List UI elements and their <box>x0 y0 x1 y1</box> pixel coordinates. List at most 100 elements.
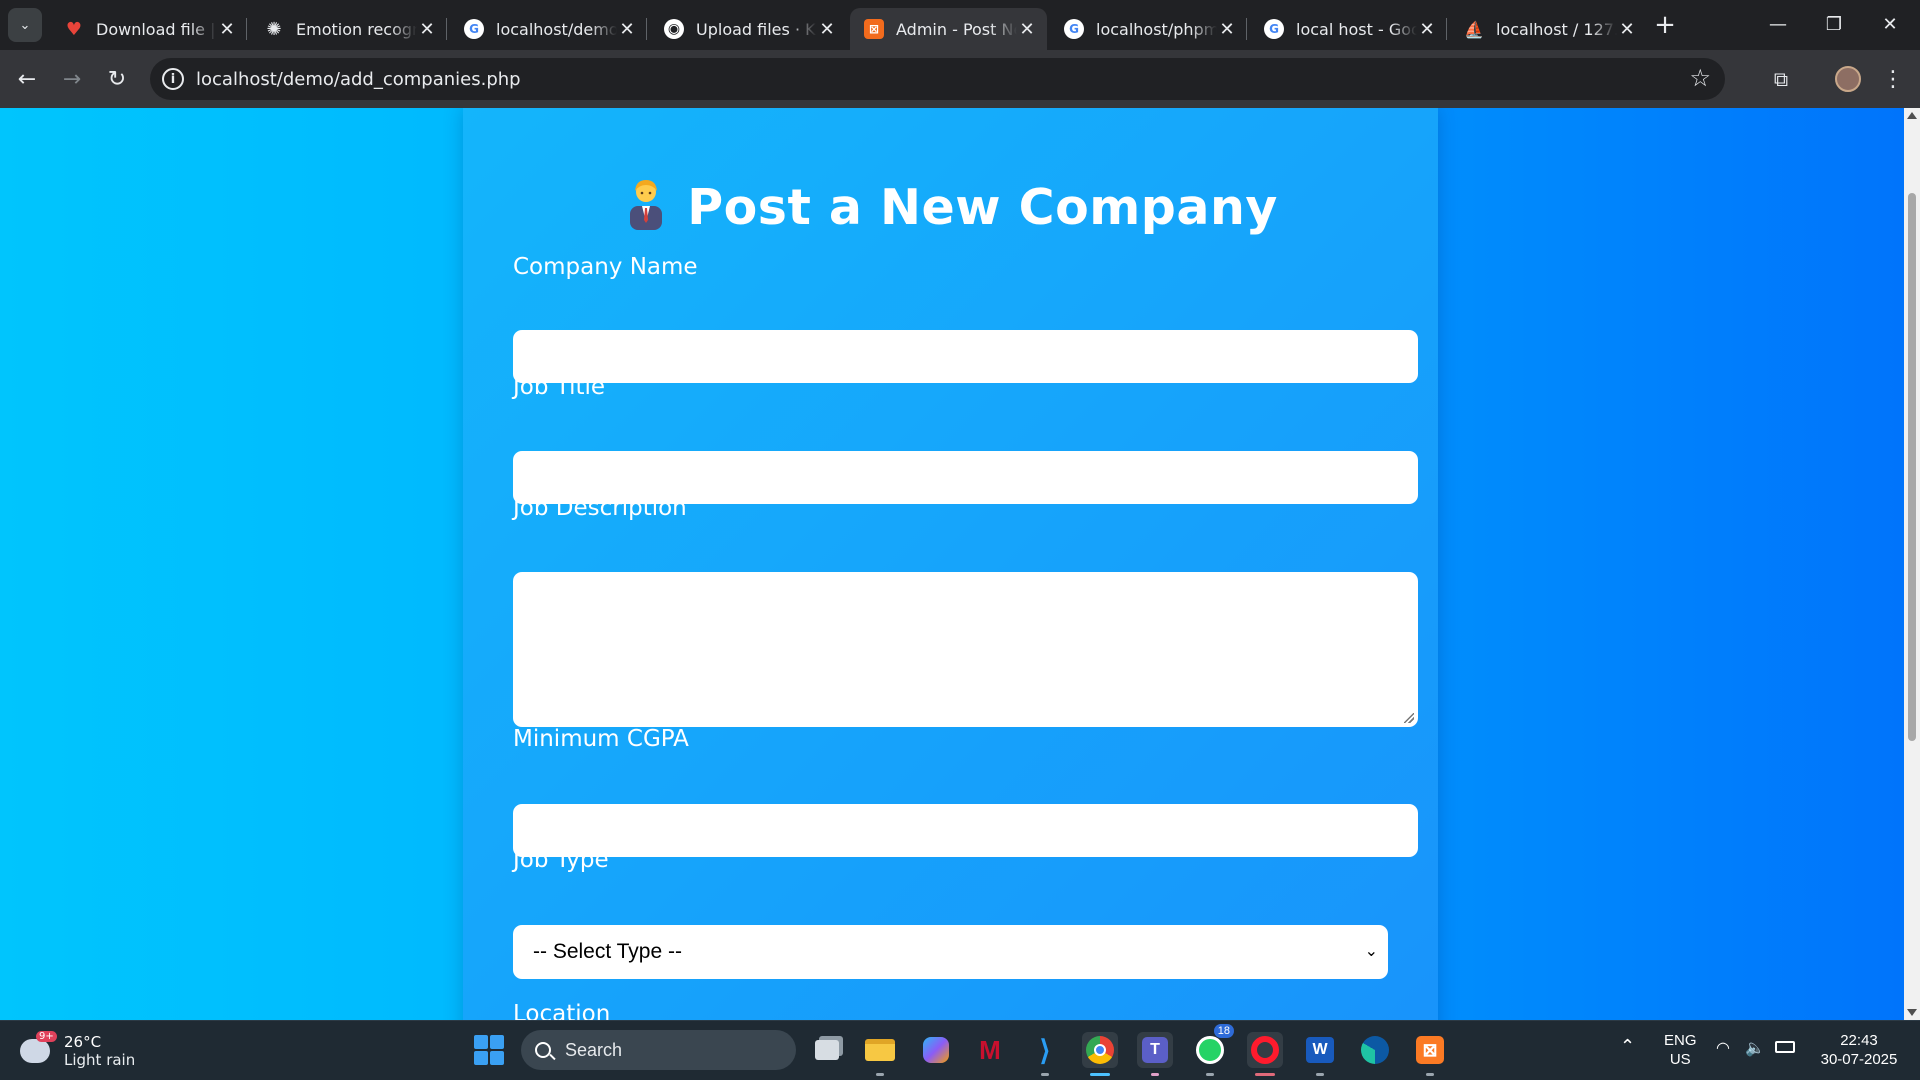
heart-icon: ♥ <box>65 18 83 40</box>
tab-title: localhost/phpmy <box>1096 19 1217 39</box>
site-info-icon[interactable]: i <box>162 68 184 90</box>
bookmark-star-icon[interactable]: ☆ <box>1689 64 1711 92</box>
clock-date: 30-07-2025 <box>1820 1051 1898 1068</box>
tab-strip: ⌄ ♥ Download file | il ✕ ✺ Emotion recog… <box>0 0 1920 50</box>
close-tab-icon[interactable]: ✕ <box>1417 19 1437 40</box>
tab-upload-files[interactable]: ◉ Upload files · Khu ✕ <box>650 8 847 50</box>
google-icon: G <box>464 19 484 39</box>
chrome-icon[interactable] <box>1082 1032 1118 1076</box>
scroll-down-icon[interactable] <box>1907 1009 1917 1016</box>
job-title-label: Job Title <box>513 374 606 400</box>
tab-title: localhost/demo/ <box>496 19 617 39</box>
clock[interactable]: 22:43 30-07-2025 <box>1814 1031 1904 1069</box>
restore-icon[interactable]: ❐ <box>1806 0 1862 48</box>
phpmyadmin-icon: ⛵ <box>1464 19 1484 39</box>
github-icon: ◉ <box>664 19 684 39</box>
menu-kebab-icon[interactable]: ⋮ <box>1876 62 1910 96</box>
file-explorer-icon[interactable] <box>862 1032 898 1076</box>
tab-admin-post-new[interactable]: ⊠ Admin - Post Ne ✕ <box>850 8 1047 50</box>
edge-icon[interactable] <box>1357 1032 1393 1068</box>
xampp-taskbar-icon[interactable]: ⊠ <box>1412 1032 1448 1076</box>
job-type-selected-value: -- Select Type -- <box>533 940 682 963</box>
page-title: Post a New Company <box>463 176 1438 236</box>
form-card: Post a New Company Company Name Job Titl… <box>463 108 1438 1020</box>
resize-handle-icon[interactable] <box>1404 713 1414 723</box>
rain-cloud-icon: 9+ <box>20 1031 57 1063</box>
tab-title: localhost / 127.0 <box>1496 19 1617 39</box>
language-code: ENG <box>1664 1032 1697 1049</box>
battery-icon[interactable] <box>1775 1041 1795 1053</box>
taskbar: 9+ 26°C Light rain Search M ⟩ T 18 W ⊠ ⌃… <box>0 1020 1920 1080</box>
weather-badge: 9+ <box>36 1031 57 1042</box>
chevron-down-icon: ⌄ <box>1364 943 1378 960</box>
teams-icon[interactable]: T <box>1137 1032 1173 1076</box>
job-description-wrapper <box>513 572 1418 727</box>
office-worker-icon <box>630 180 663 230</box>
whatsapp-icon[interactable]: 18 <box>1192 1024 1234 1076</box>
new-tab-button[interactable]: + <box>1650 8 1680 42</box>
close-window-icon[interactable]: ✕ <box>1862 0 1918 48</box>
job-description-textarea[interactable] <box>513 572 1418 727</box>
tray-expand-icon[interactable]: ⌃ <box>1620 1037 1635 1056</box>
page-viewport: Post a New Company Company Name Job Titl… <box>0 108 1904 1020</box>
language-indicator[interactable]: ENG US <box>1664 1031 1697 1069</box>
tab-title: local host - Goo <box>1296 19 1417 39</box>
job-type-select[interactable]: -- Select Type -- ⌄ <box>513 925 1388 979</box>
forward-icon[interactable]: → <box>55 62 89 96</box>
scrollbar-thumb[interactable] <box>1908 193 1916 741</box>
company-name-input[interactable] <box>513 330 1418 383</box>
scroll-up-icon[interactable] <box>1907 112 1917 119</box>
opera-icon[interactable] <box>1247 1032 1283 1076</box>
page-title-text: Post a New Company <box>687 179 1278 236</box>
close-tab-icon[interactable]: ✕ <box>1017 19 1037 40</box>
google-icon: G <box>1064 19 1084 39</box>
search-icon <box>535 1042 551 1058</box>
windows-start-icon[interactable] <box>474 1035 504 1065</box>
company-name-label: Company Name <box>513 254 698 280</box>
reload-icon[interactable]: ↻ <box>100 62 134 96</box>
clock-time: 22:43 <box>1840 1032 1878 1049</box>
region-code: US <box>1669 1051 1691 1068</box>
tab-localhost-demo[interactable]: G localhost/demo/ ✕ <box>450 8 647 50</box>
tab-localhost-phpmyadmin[interactable]: G localhost/phpmy ✕ <box>1050 8 1247 50</box>
google-icon: G <box>1264 19 1284 39</box>
url-text: localhost/demo/add_companies.php <box>196 68 521 90</box>
page-scrollbar[interactable] <box>1904 108 1920 1020</box>
word-icon[interactable]: W <box>1302 1032 1338 1076</box>
openai-icon: ✺ <box>266 18 282 40</box>
min-cgpa-input[interactable] <box>513 804 1418 857</box>
mcafee-icon[interactable]: M <box>972 1032 1008 1068</box>
close-tab-icon[interactable]: ✕ <box>1217 19 1237 40</box>
wifi-icon[interactable]: ◠ <box>1716 1039 1730 1058</box>
vscode-icon[interactable]: ⟩ <box>1027 1032 1063 1076</box>
location-label: Location <box>513 1001 611 1020</box>
close-tab-icon[interactable]: ✕ <box>817 19 837 40</box>
tab-title: Upload files · Khu <box>696 19 817 39</box>
taskbar-search-label: Search <box>565 1039 623 1060</box>
tab-download-file[interactable]: ♥ Download file | il ✕ <box>50 8 247 50</box>
whatsapp-badge: 18 <box>1213 1024 1234 1038</box>
close-tab-icon[interactable]: ✕ <box>617 19 637 40</box>
extensions-icon[interactable]: ⧉ <box>1764 62 1798 96</box>
weather-widget[interactable]: 9+ 26°C Light rain <box>20 1031 136 1069</box>
weather-desc: Light rain <box>64 1051 136 1069</box>
tab-local-host-google[interactable]: G local host - Goo ✕ <box>1250 8 1447 50</box>
copilot-icon[interactable] <box>918 1032 954 1068</box>
taskbar-search[interactable]: Search <box>521 1030 796 1070</box>
tab-localhost-127[interactable]: ⛵ localhost / 127.0 ✕ <box>1450 8 1647 50</box>
profile-avatar[interactable] <box>1831 62 1865 96</box>
xampp-icon: ⊠ <box>864 19 884 39</box>
job-description-label: Job Description <box>513 495 687 521</box>
tab-emotion-recognition[interactable]: ✺ Emotion recogni ✕ <box>250 8 447 50</box>
task-view-icon[interactable] <box>809 1032 845 1068</box>
address-bar[interactable]: i localhost/demo/add_companies.php ☆ <box>150 58 1725 100</box>
min-cgpa-label: Minimum CGPA <box>513 726 689 752</box>
minimize-icon[interactable]: — <box>1750 0 1806 48</box>
close-tab-icon[interactable]: ✕ <box>217 19 237 40</box>
weather-temp: 26°C <box>64 1033 102 1051</box>
tab-search-button[interactable]: ⌄ <box>8 8 42 42</box>
close-tab-icon[interactable]: ✕ <box>417 19 437 40</box>
close-tab-icon[interactable]: ✕ <box>1617 19 1637 40</box>
back-icon[interactable]: ← <box>10 62 44 96</box>
volume-icon[interactable]: 🔈 <box>1745 1039 1765 1058</box>
